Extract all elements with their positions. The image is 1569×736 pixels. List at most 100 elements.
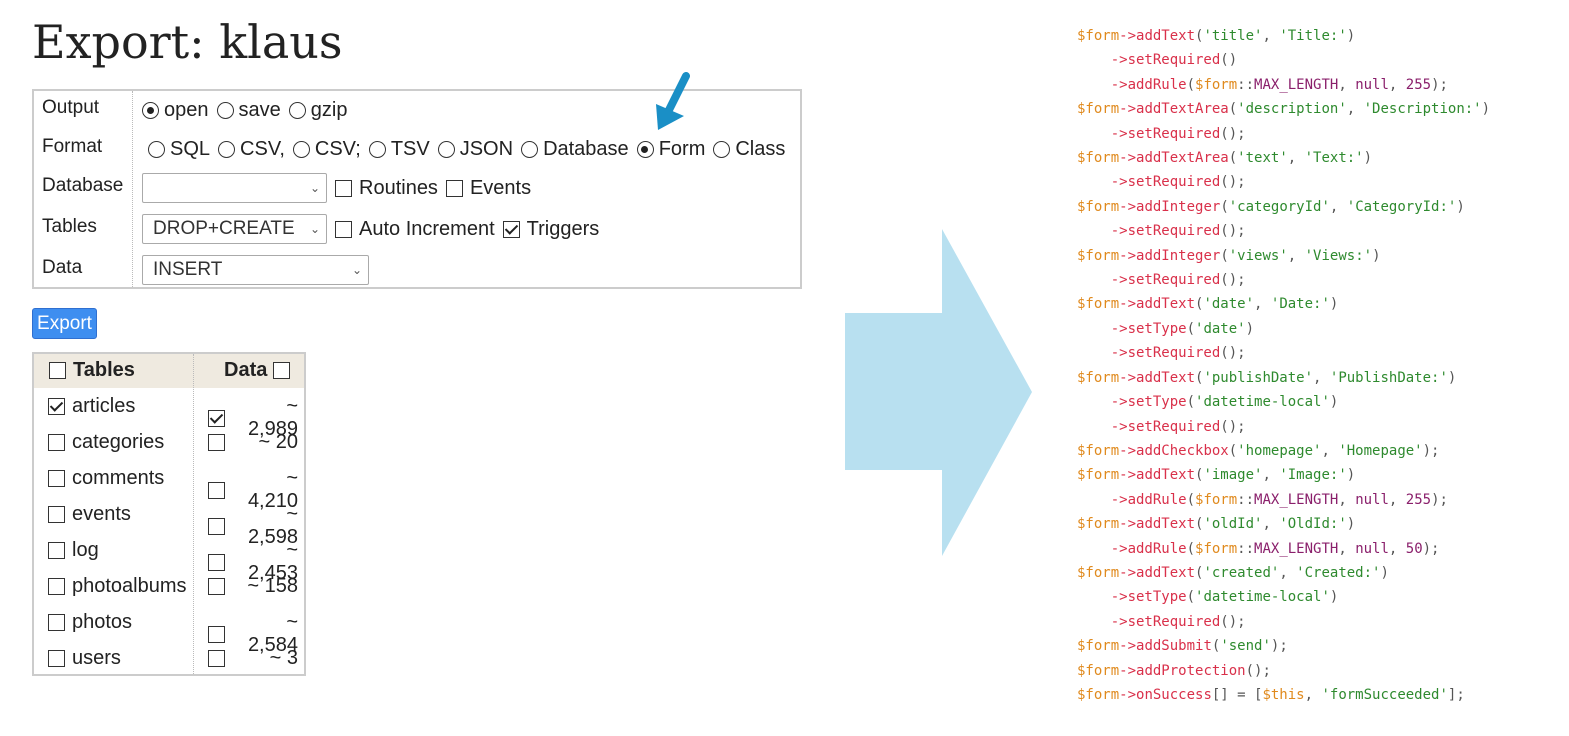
chevron-down-icon: ⌄ xyxy=(309,181,320,195)
triggers-checkbox[interactable]: Triggers xyxy=(502,218,599,241)
code-token: 'views' xyxy=(1228,247,1288,264)
format-class-radio[interactable]: Class xyxy=(713,138,785,161)
code-token: (); xyxy=(1220,418,1246,435)
code-token: :: xyxy=(1237,76,1255,93)
events-checkbox[interactable]: Events xyxy=(445,177,531,200)
table-row[interactable]: photos xyxy=(48,611,132,634)
format-json-label: JSON xyxy=(459,138,514,160)
code-token: (); xyxy=(1220,223,1246,240)
radio-icon[interactable] xyxy=(218,141,236,158)
code-token: , xyxy=(1262,516,1280,533)
code-token: ) xyxy=(1245,320,1255,337)
checkbox-checked-icon[interactable] xyxy=(48,398,65,415)
code-token: 'datetime-local' xyxy=(1195,394,1330,411)
table-row[interactable]: categories xyxy=(48,431,164,454)
code-token: ->addRule xyxy=(1110,540,1187,557)
checkbox-icon[interactable] xyxy=(208,517,225,535)
code-token: $this xyxy=(1262,686,1305,703)
database-select[interactable]: ⌄ xyxy=(142,173,327,203)
output-gzip-radio[interactable]: gzip xyxy=(288,99,347,122)
code-line: ->setType('datetime-local') xyxy=(1077,585,1490,609)
page-title: Export: klaus xyxy=(32,15,343,69)
database-controls: ⌄ Routines Events xyxy=(142,173,539,203)
export-button[interactable]: Export xyxy=(32,308,97,339)
checkbox-icon[interactable] xyxy=(48,542,65,559)
checkbox-icon[interactable] xyxy=(208,481,225,499)
checkbox-icon[interactable] xyxy=(48,470,65,487)
code-token: (); xyxy=(1220,613,1246,630)
format-csv-semicolon-radio[interactable]: CSV; xyxy=(292,138,361,161)
table-row[interactable]: events xyxy=(48,503,131,526)
code-token: $form xyxy=(1077,198,1120,215)
data-row-cell[interactable]: ~ 3 xyxy=(208,647,298,670)
code-token: 'Date:' xyxy=(1270,296,1330,313)
code-token: ->addSubmit xyxy=(1119,638,1212,655)
radio-icon[interactable] xyxy=(437,141,455,158)
format-sql-radio[interactable]: SQL xyxy=(148,138,210,161)
checkbox-icon[interactable] xyxy=(208,650,225,667)
code-token: ->addProtection xyxy=(1119,662,1246,679)
checkbox-icon[interactable] xyxy=(48,650,65,667)
code-token: (); xyxy=(1220,125,1246,142)
radio-icon[interactable] xyxy=(713,141,731,158)
code-token: () xyxy=(1220,52,1238,69)
output-label: Output xyxy=(42,97,100,118)
table-name: articles xyxy=(72,395,136,417)
select-all-tables-checkbox[interactable] xyxy=(49,362,66,379)
checkbox-checked-icon[interactable] xyxy=(208,409,225,427)
format-tsv-radio[interactable]: TSV xyxy=(368,138,430,161)
radio-icon[interactable] xyxy=(292,141,310,158)
format-database-radio[interactable]: Database xyxy=(521,138,629,161)
radio-icon[interactable] xyxy=(148,141,165,158)
checkbox-icon[interactable] xyxy=(208,553,225,571)
row-count: ~ 20 xyxy=(258,431,298,453)
checkbox-icon[interactable] xyxy=(48,506,65,523)
code-line: $form->addInteger('views', 'Views:') xyxy=(1077,244,1490,268)
select-all-data-checkbox[interactable] xyxy=(273,362,291,379)
code-token: $form xyxy=(1077,296,1120,313)
code-token: $form xyxy=(1077,101,1120,118)
table-row[interactable]: comments xyxy=(48,467,164,490)
code-line: $form->addSubmit('send'); xyxy=(1077,634,1490,658)
checkbox-icon[interactable] xyxy=(48,578,65,595)
checkbox-icon[interactable] xyxy=(208,625,225,643)
output-save-radio[interactable]: save xyxy=(216,99,281,122)
radio-icon[interactable] xyxy=(636,141,654,158)
format-csv-comma-radio[interactable]: CSV, xyxy=(218,138,285,161)
checkbox-icon[interactable] xyxy=(445,179,463,197)
code-token: $form xyxy=(1077,247,1120,264)
checkbox-icon[interactable] xyxy=(48,434,65,451)
checkbox-icon[interactable] xyxy=(335,179,352,197)
output-open-radio[interactable]: open xyxy=(142,99,209,122)
radio-icon[interactable] xyxy=(288,102,306,119)
data-row-cell[interactable]: ~ 20 xyxy=(208,431,298,454)
data-row-cell[interactable]: ~ 158 xyxy=(208,575,298,598)
code-token: 'CategoryId:' xyxy=(1346,198,1457,215)
code-token: ->setRequired xyxy=(1110,345,1221,362)
format-form-radio[interactable]: Form xyxy=(636,138,705,161)
checkbox-icon[interactable] xyxy=(208,578,225,595)
format-json-radio[interactable]: JSON xyxy=(437,138,514,161)
table-row[interactable]: log xyxy=(48,539,99,562)
checkbox-checked-icon[interactable] xyxy=(502,220,520,238)
table-row[interactable]: articles xyxy=(48,395,135,418)
radio-icon[interactable] xyxy=(521,141,539,158)
checkbox-icon[interactable] xyxy=(208,434,225,451)
auto-increment-checkbox[interactable]: Auto Increment xyxy=(335,218,495,241)
checkbox-icon[interactable] xyxy=(48,614,65,631)
table-name: categories xyxy=(72,431,165,453)
radio-icon[interactable] xyxy=(368,141,386,158)
radio-icon[interactable] xyxy=(142,102,159,119)
tables-select[interactable]: DROP+CREATE ⌄ xyxy=(142,214,327,244)
checkbox-icon[interactable] xyxy=(335,220,352,238)
routines-checkbox[interactable]: Routines xyxy=(335,177,438,200)
data-select[interactable]: INSERT ⌄ xyxy=(142,255,369,285)
table-row[interactable]: users xyxy=(48,647,121,670)
code-token: ); xyxy=(1422,442,1440,459)
table-row[interactable]: photoalbums xyxy=(48,575,187,598)
data-row: Data INSERT ⌄ xyxy=(34,251,800,291)
radio-icon[interactable] xyxy=(216,102,234,119)
